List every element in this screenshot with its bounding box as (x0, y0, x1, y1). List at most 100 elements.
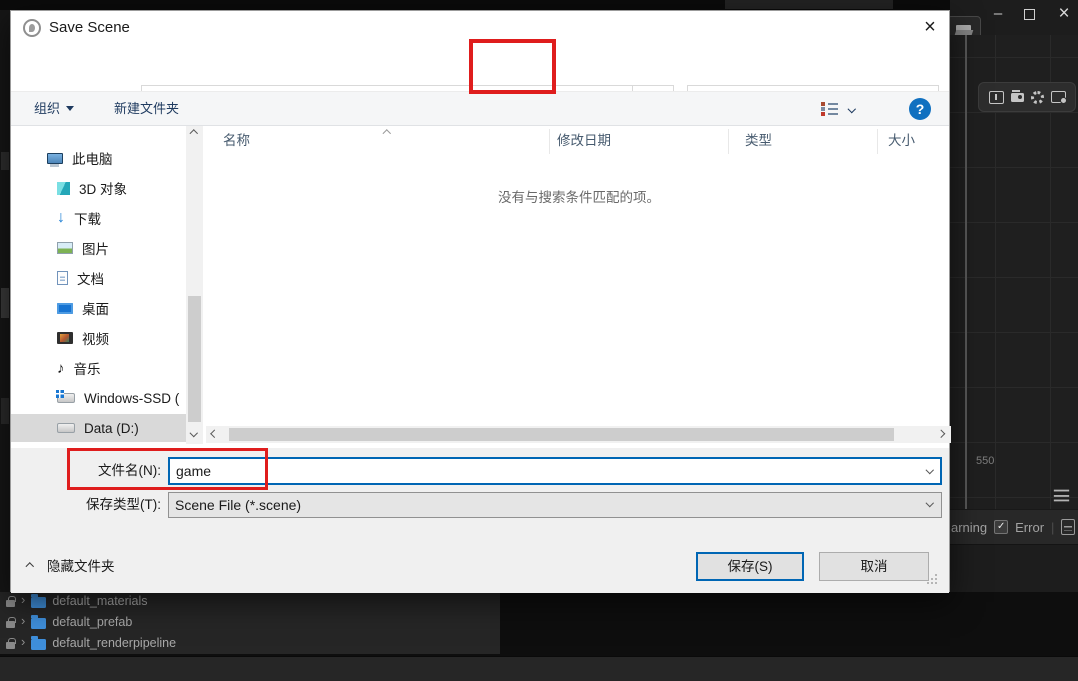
editor-scene-tab[interactable] (725, 0, 893, 9)
hide-folders-button[interactable]: 隐藏文件夹 (47, 557, 115, 577)
sidebar-item-label: Windows-SSD ( (84, 390, 180, 406)
desktop-icon (57, 302, 73, 314)
annotation-highlight-scene (469, 39, 556, 94)
filetype-select[interactable]: Scene File (*.scene) (168, 492, 942, 518)
sort-ascending-icon (382, 129, 391, 138)
chevron-right-icon[interactable]: › (21, 593, 25, 606)
cancel-button[interactable]: 取消 (819, 552, 929, 581)
error-filter-label[interactable]: Error (1015, 520, 1044, 535)
column-divider[interactable] (549, 129, 550, 154)
filename-input[interactable]: game (168, 457, 942, 485)
editor-left-strip (0, 10, 10, 592)
left-strip-mark (1, 152, 9, 170)
computer-icon (47, 152, 63, 167)
panel-export-icon[interactable] (1050, 91, 1067, 104)
editor-top-strip (0, 0, 1078, 10)
tree-row[interactable]: › default_renderpipeline (0, 633, 500, 653)
chevron-right-icon[interactable]: › (21, 614, 25, 627)
column-header-date[interactable]: 修改日期 (557, 126, 611, 156)
lock-icon (6, 595, 16, 607)
film-icon (57, 332, 73, 344)
column-header-name[interactable]: 名称 (223, 126, 250, 156)
sidebar-item-downloads[interactable]: ↓ 下载 (11, 204, 186, 232)
chevron-right-icon[interactable]: › (21, 635, 25, 648)
left-strip-mark (1, 288, 9, 318)
sidebar-item-pictures[interactable]: 图片 (11, 234, 186, 262)
system-drive-icon (56, 390, 75, 403)
console-divider: | (1051, 519, 1055, 535)
hide-folders-chevron-icon (25, 562, 34, 571)
console-filter-bar: arning ✓ Error | (950, 509, 1078, 545)
column-divider[interactable] (877, 129, 878, 154)
aspect-ratio-icon[interactable] (988, 90, 1004, 104)
sidebar-item-label: Data (D:) (84, 420, 139, 436)
warning-filter-label[interactable]: arning (951, 520, 987, 535)
tree-row[interactable]: › default_prefab (0, 612, 500, 632)
sidebar-item-3d-objects[interactable]: 3D 对象 (11, 174, 186, 202)
organize-button[interactable]: 组织 (34, 92, 75, 125)
sidebar-item-data-drive[interactable]: Data (D:) (11, 414, 186, 442)
sidebar-item-videos[interactable]: 视频 (11, 324, 186, 352)
cube-icon (57, 181, 70, 195)
log-file-icon[interactable] (1061, 519, 1076, 535)
column-header-size[interactable]: 大小 (888, 126, 915, 156)
error-filter-checkbox[interactable]: ✓ (994, 520, 1009, 534)
column-header-type[interactable]: 类型 (745, 126, 772, 156)
sidebar-item-label: 视频 (82, 332, 109, 347)
caret-down-icon (66, 106, 75, 111)
console-menu-icon[interactable] (1053, 489, 1070, 502)
empty-list-message: 没有与搜索条件匹配的项。 (498, 190, 660, 205)
sidebar-item-windows-ssd[interactable]: Windows-SSD ( (11, 384, 186, 412)
window-maximize-icon[interactable] (1024, 9, 1035, 20)
help-button[interactable]: ? (909, 98, 931, 120)
picture-icon (57, 242, 73, 254)
dialog-form-area: 文件名(N): game 保存类型(T): Scene File (*.scen… (11, 448, 949, 593)
sidebar-scrollbar-thumb[interactable] (188, 296, 201, 422)
viewport-toolbar (978, 82, 1076, 112)
assets-tree-panel: › default_materials › default_prefab › d… (0, 592, 500, 654)
sidebar-item-label: 音乐 (73, 362, 101, 377)
sidebar-item-this-pc[interactable]: 此电脑 (11, 144, 186, 172)
dialog-command-bar: 组织 新建文件夹 ? (11, 91, 949, 126)
lock-icon (6, 616, 16, 628)
sidebar-item-music[interactable]: ♪ 音乐 (11, 354, 186, 382)
sidebar-item-label: 此电脑 (72, 152, 113, 167)
tree-item-label[interactable]: default_renderpipeline (52, 636, 176, 650)
dialog-close-button[interactable]: × (911, 11, 949, 44)
organize-label: 组织 (34, 101, 61, 116)
folder-icon (31, 635, 47, 650)
new-folder-button[interactable]: 新建文件夹 (114, 92, 179, 125)
tree-item-label[interactable]: default_materials (52, 594, 147, 608)
filetype-label: 保存类型(T): (86, 497, 161, 512)
lock-icon (6, 637, 16, 649)
views-icon[interactable] (821, 102, 838, 115)
sidebar-item-label: 图片 (82, 242, 109, 257)
sidebar-item-label: 3D 对象 (79, 182, 128, 197)
tree-item-label[interactable]: default_prefab (52, 615, 132, 629)
sidebar-item-desktop[interactable]: 桌面 (11, 294, 186, 322)
gear-icon[interactable] (1030, 90, 1044, 104)
left-strip-mark (1, 398, 9, 424)
folder-icon (31, 593, 47, 608)
viewport-grid-label: 550 (976, 455, 995, 467)
column-divider[interactable] (728, 129, 729, 154)
window-close-button[interactable]: × (1053, 2, 1075, 26)
camera-icon[interactable] (1010, 89, 1024, 102)
viewport-axis-line (965, 35, 967, 509)
views-caret-icon[interactable] (847, 104, 856, 113)
dialog-content: 此电脑 3D 对象 ↓ 下载 图片 文档 桌面 视频 ♪ 音乐 Windows-… (11, 126, 951, 448)
download-arrow-icon: ↓ (57, 209, 65, 226)
editor-status-bar: i 0 ! 0 × 0 0 Version 3.7.1 (0, 656, 1078, 681)
tree-row[interactable]: › default_materials (0, 591, 500, 611)
horizontal-scrollbar-thumb[interactable] (229, 428, 894, 441)
sidebar-item-label: 桌面 (82, 302, 109, 317)
sidebar-item-label: 下载 (74, 212, 101, 227)
cocos-app-icon (23, 19, 41, 37)
save-button[interactable]: 保存(S) (696, 552, 804, 581)
resize-grip[interactable] (935, 582, 937, 584)
sidebar-item-label: 文档 (77, 272, 104, 287)
music-note-icon: ♪ (57, 359, 65, 377)
document-icon (57, 271, 68, 285)
window-minimize-button[interactable]: – (988, 4, 1008, 26)
sidebar-item-documents[interactable]: 文档 (11, 264, 186, 292)
